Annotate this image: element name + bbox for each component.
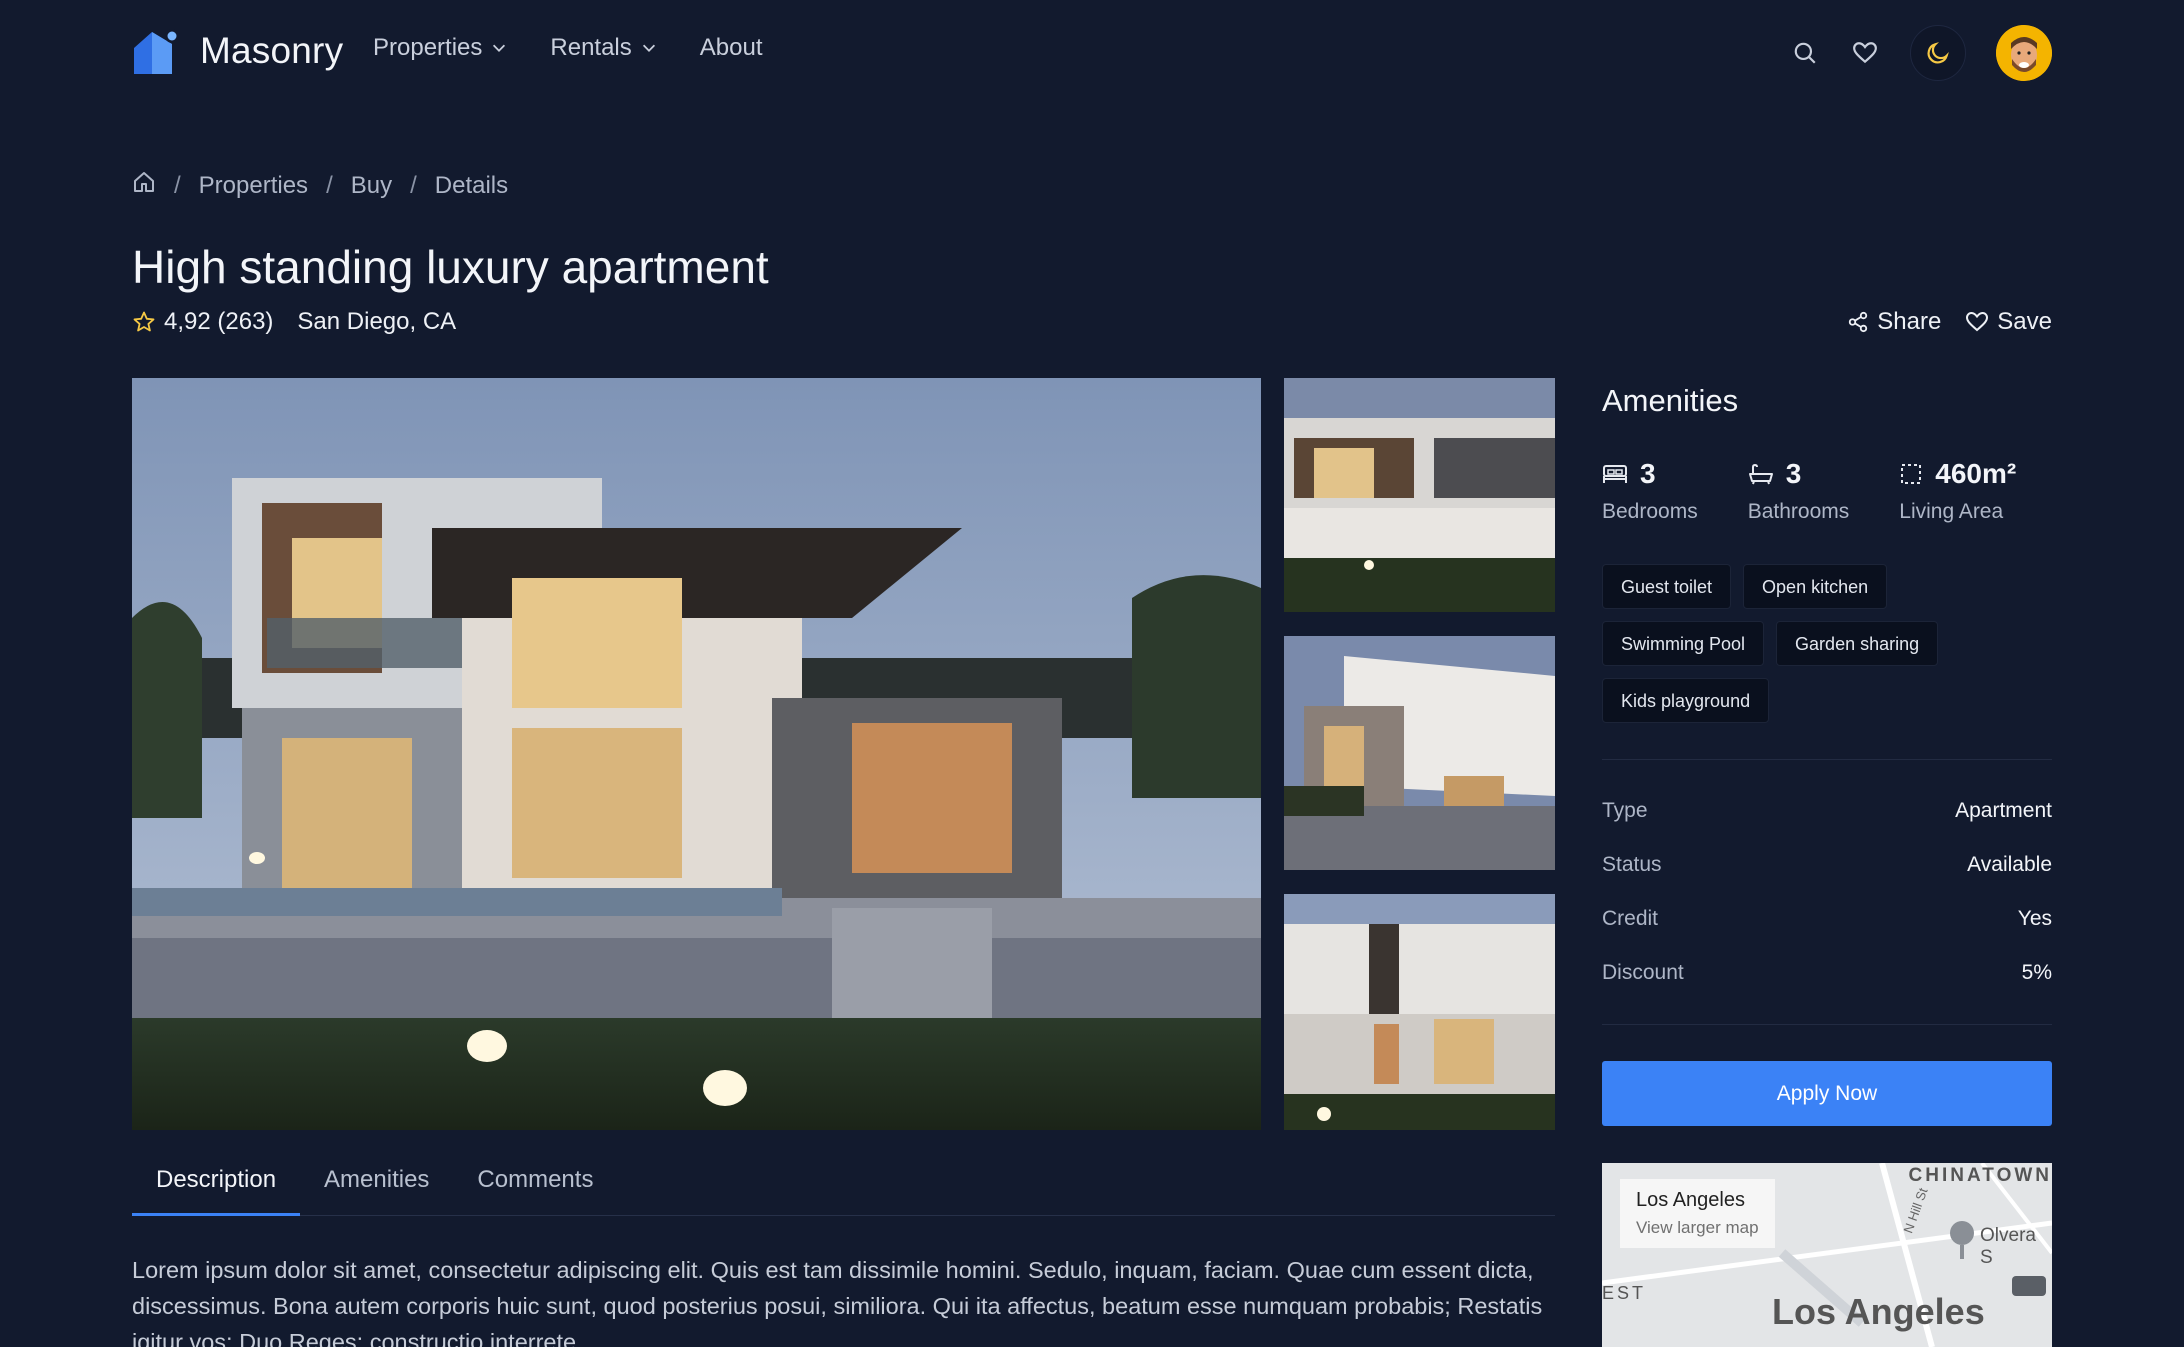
save-label: Save: [1997, 308, 2052, 335]
tab-comments[interactable]: Comments: [453, 1166, 617, 1216]
gallery-thumbnail-2[interactable]: [1284, 636, 1555, 870]
avatar[interactable]: [1996, 25, 2052, 81]
detail-row-status: Status Available: [1602, 853, 2052, 877]
view-larger-map-link[interactable]: View larger map: [1636, 1218, 1759, 1238]
detail-value: Yes: [2017, 907, 2052, 930]
area-icon: [1901, 464, 1922, 484]
divider: [1602, 759, 2052, 760]
stat-living-area: 460m² Living Area: [1899, 458, 2016, 524]
chevron-down-icon: [642, 44, 655, 52]
map-place: Los Angeles: [1636, 1189, 1745, 1211]
chevron-down-icon: [493, 44, 506, 52]
listing-meta: 4,92 (263) San Diego, CA: [132, 308, 456, 336]
nav-about-label: About: [699, 34, 763, 61]
bed-icon: [1603, 465, 1627, 483]
map-label: CHINATOWN: [1908, 1165, 2052, 1186]
bath-icon: [1748, 463, 1773, 485]
map-label: Los Angeles: [1772, 1291, 1985, 1332]
brand-name: Masonry: [200, 30, 344, 71]
moon-icon: [1927, 42, 1949, 64]
share-label: Share: [1877, 308, 1942, 335]
stat-bathrooms-value: 3: [1785, 458, 1802, 489]
nav-about[interactable]: About: [700, 34, 763, 62]
home-icon[interactable]: [132, 170, 156, 201]
breadcrumb-separator: /: [326, 171, 333, 199]
nav-rentals-label: Rentals: [550, 34, 632, 61]
theme-toggle-button[interactable]: [1910, 25, 1966, 81]
rating: 4,92 (263): [132, 308, 273, 336]
stat-bedrooms: 3 Bedrooms: [1602, 458, 1698, 524]
detail-key: Status: [1602, 853, 1662, 876]
tab-description-label: Description: [156, 1166, 277, 1193]
map-label: EST: [1602, 1283, 1647, 1303]
apply-now-button[interactable]: Apply Now: [1602, 1061, 2052, 1126]
location: San Diego, CA: [297, 308, 457, 335]
detail-value: Apartment: [1955, 799, 2052, 822]
stat-bathrooms-label: Bathrooms: [1747, 500, 1850, 523]
gallery-thumbnail-3[interactable]: [1284, 894, 1555, 1130]
tab-amenities[interactable]: Amenities: [300, 1166, 453, 1216]
detail-key: Discount: [1602, 961, 1684, 984]
stat-living-area-value: 460m²: [1935, 458, 2017, 489]
nav-rentals[interactable]: Rentals: [550, 34, 657, 62]
amenity-chip: Kids playground: [1602, 678, 1770, 723]
amenity-chip: Guest toilet: [1602, 564, 1732, 609]
nav-properties[interactable]: Properties: [373, 34, 508, 62]
detail-tabs: Description Amenities Comments: [132, 1166, 1555, 1216]
map-label: Olvera S: [1980, 1225, 2036, 1268]
location-map[interactable]: CHINATOWN Olvera S N Hill St Los Angeles…: [1602, 1163, 2052, 1347]
breadcrumb-separator: /: [410, 171, 417, 199]
divider: [1602, 1024, 2052, 1025]
tab-description[interactable]: Description: [132, 1166, 301, 1216]
heart-icon: [1966, 311, 1989, 332]
rating-value: 4,92 (263): [164, 308, 274, 335]
share-button[interactable]: Share: [1847, 308, 1941, 336]
detail-row-discount: Discount 5%: [1602, 961, 2052, 985]
detail-row-type: Type Apartment: [1602, 799, 2052, 823]
nav-properties-label: Properties: [373, 34, 483, 61]
gallery-thumbnail-1[interactable]: [1284, 378, 1555, 612]
detail-value: Available: [1967, 853, 2052, 876]
header-actions: [1790, 25, 2052, 81]
breadcrumb-details: Details: [434, 171, 509, 199]
heart-icon[interactable]: [1850, 38, 1880, 68]
save-button[interactable]: Save: [1965, 308, 2052, 336]
brand-logo[interactable]: Masonry: [132, 26, 343, 76]
stat-bedrooms-value: 3: [1640, 458, 1656, 489]
map-info-card: Los Angeles View larger map: [1620, 1179, 1775, 1248]
breadcrumb-buy[interactable]: Buy: [351, 172, 392, 200]
amenity-chips: Guest toilet Open kitchen Swimming Pool …: [1602, 564, 2052, 723]
description-text: Lorem ipsum dolor sit amet, consectetur …: [132, 1257, 1543, 1347]
amenity-chip: Open kitchen: [1743, 564, 1888, 609]
detail-row-credit: Credit Yes: [1602, 907, 2052, 931]
stat-bedrooms-label: Bedrooms: [1602, 500, 1698, 523]
main-nav: Properties Rentals About: [373, 34, 762, 62]
page-title: High standing luxury apartment: [132, 241, 769, 293]
breadcrumb-properties[interactable]: Properties: [199, 172, 308, 200]
listing-actions: Share Save: [1847, 308, 2052, 336]
house-logo-icon: [132, 26, 182, 76]
breadcrumb-separator: /: [174, 171, 181, 199]
detail-key: Credit: [1602, 907, 1659, 930]
star-icon: [133, 311, 155, 332]
breadcrumb: / Properties / Buy / Details: [132, 170, 508, 201]
stat-living-area-label: Living Area: [1899, 500, 2004, 523]
amenities-heading: Amenities: [1602, 383, 1739, 418]
search-icon[interactable]: [1790, 38, 1820, 68]
property-stats: 3 Bedrooms 3 Bathrooms 460m² Living Area: [1602, 458, 2016, 524]
detail-value: 5%: [2021, 961, 2052, 984]
main-property-photo[interactable]: [132, 378, 1261, 1130]
tab-amenities-label: Amenities: [324, 1166, 430, 1193]
amenity-chip: Garden sharing: [1776, 621, 1939, 666]
stat-bathrooms: 3 Bathrooms: [1748, 458, 1850, 524]
amenity-chip: Swimming Pool: [1602, 621, 1765, 666]
detail-key: Type: [1602, 799, 1648, 822]
share-icon: [1849, 311, 1868, 333]
tab-comments-label: Comments: [477, 1166, 594, 1193]
